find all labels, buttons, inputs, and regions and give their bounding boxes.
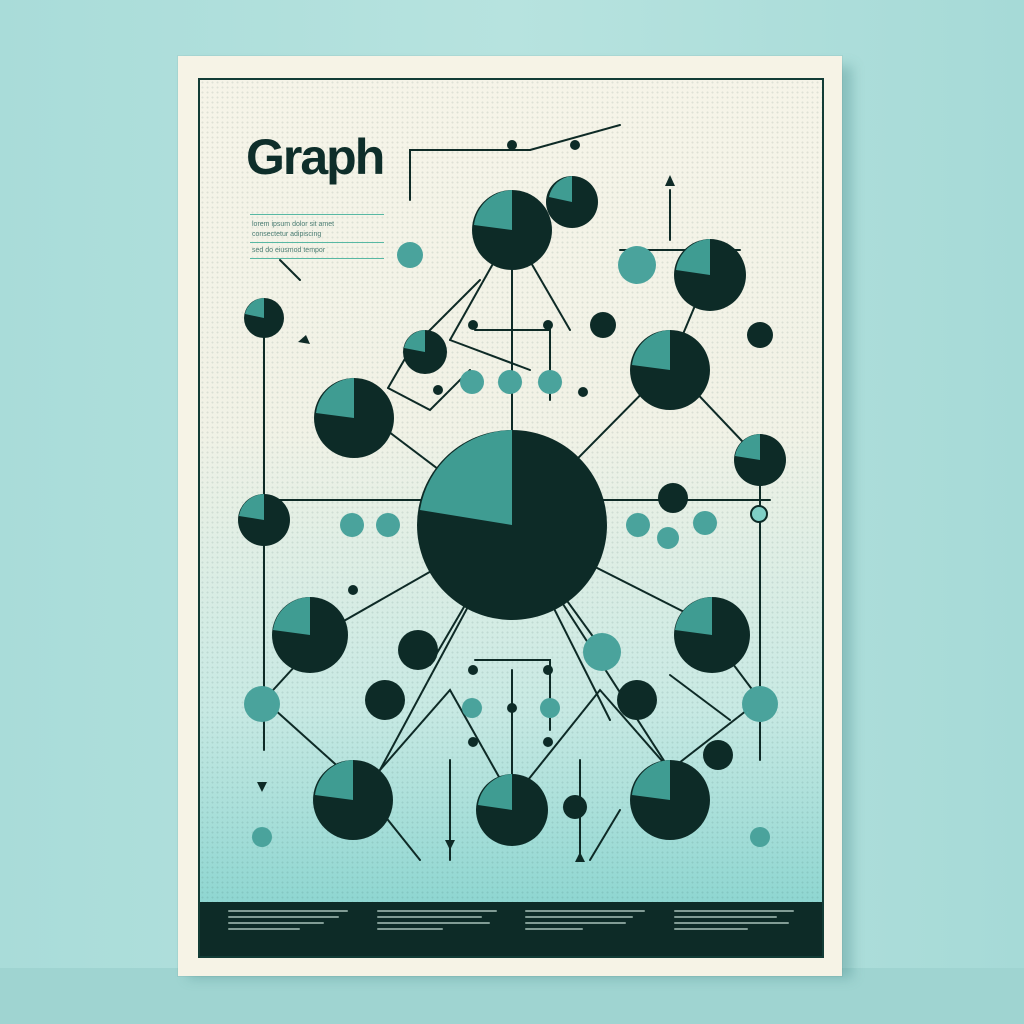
node-dark-small-3 (617, 680, 657, 720)
node-bottom-center (476, 774, 548, 846)
poster: Graph lorem ipsum dolor sit amet consect… (178, 56, 842, 976)
node-bottom-left (313, 760, 393, 840)
node-dark-small-8 (563, 795, 587, 819)
node-dark-small-7 (703, 740, 733, 770)
footer-column-1 (228, 910, 349, 956)
node-dark-small-6 (658, 483, 688, 513)
footer-column-4 (673, 910, 794, 956)
node-left-top-small (244, 298, 284, 338)
central-hub-node (417, 430, 607, 620)
node-top-center (472, 190, 552, 270)
footer-column-2 (376, 910, 497, 956)
node-dark-small-5 (747, 322, 773, 348)
network-graph (238, 124, 786, 862)
node-right-edge (734, 434, 786, 486)
node-right-mid (630, 330, 710, 410)
node-left-edge (238, 494, 290, 546)
node-left-center-small (403, 330, 447, 374)
node-bottom-right (630, 760, 710, 840)
node-left-lower (272, 597, 348, 673)
outlined-node (750, 505, 768, 523)
poster-footer (200, 902, 822, 956)
node-left-mid (314, 378, 394, 458)
node-right-lower (674, 597, 750, 673)
node-top-right-big (674, 239, 746, 311)
node-dark-small-4 (590, 312, 616, 338)
poster-artboard: Graph lorem ipsum dolor sit amet consect… (198, 78, 824, 958)
node-top-right-small (546, 176, 598, 228)
footer-column-3 (525, 910, 646, 956)
node-dark-small-2 (365, 680, 405, 720)
node-dark-small-1 (398, 630, 438, 670)
